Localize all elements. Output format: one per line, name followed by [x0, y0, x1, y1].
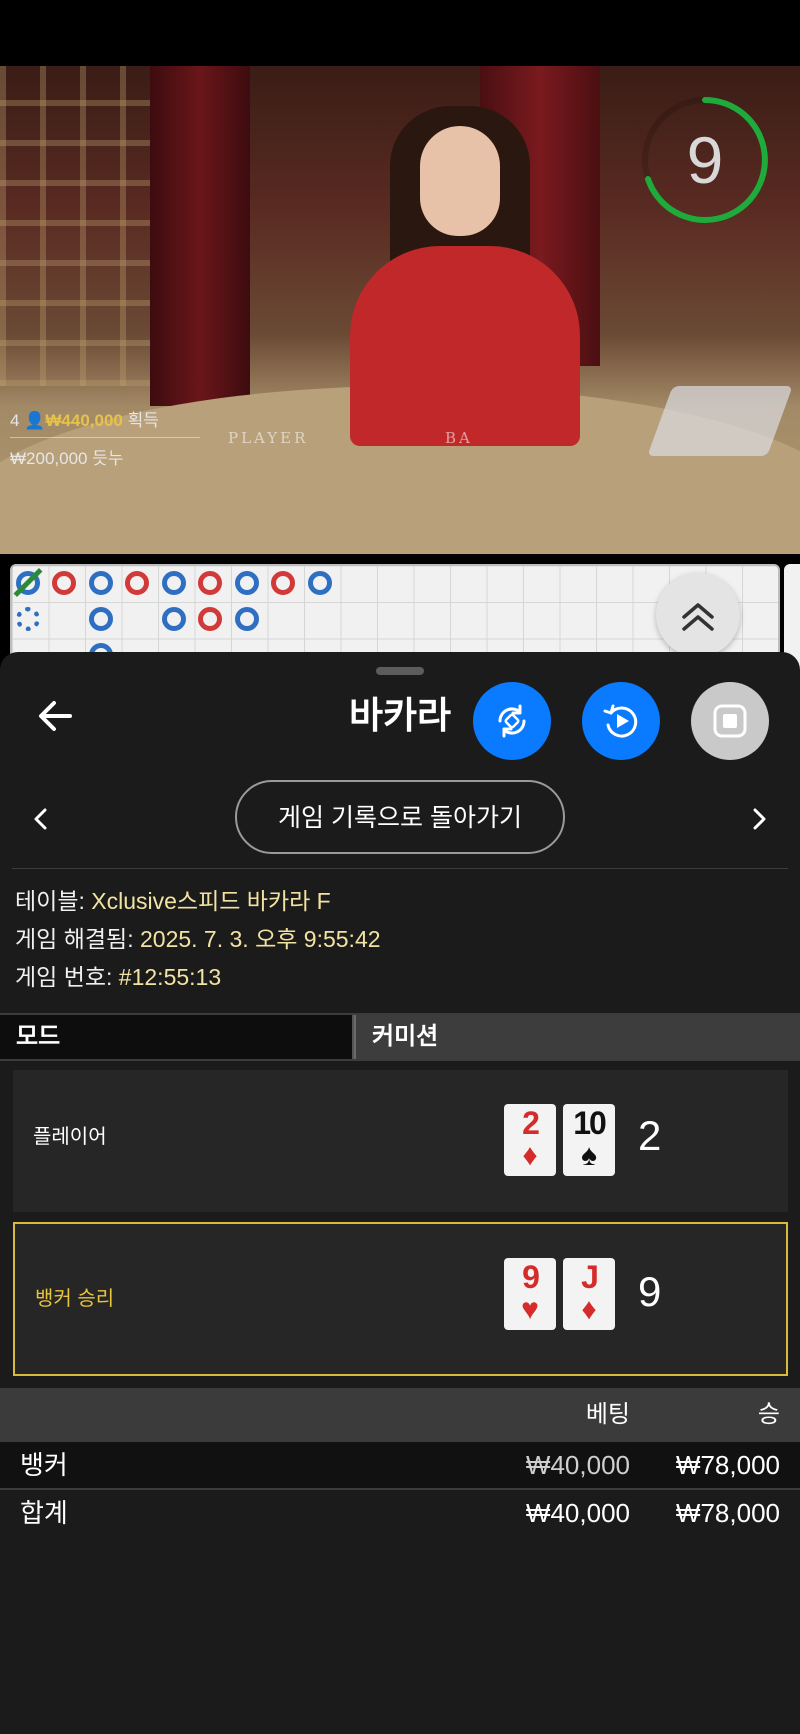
chevron-right-icon [753, 808, 766, 830]
table-row-total: 합계 ₩40,000 ₩78,000 [0, 1490, 800, 1536]
playing-card: J ♦ [563, 1258, 615, 1330]
page-title: 바카라 [348, 695, 452, 736]
playing-card: 9 ♥ [504, 1258, 556, 1330]
replay-icon [603, 704, 638, 738]
card-rank: 9 [522, 1259, 540, 1295]
diamond-suit-icon: ♦ [581, 1293, 597, 1326]
player-score: 2 [638, 1112, 662, 1159]
bead-player [308, 571, 332, 595]
prev-game-button[interactable] [26, 804, 56, 834]
banker-score: 9 [638, 1268, 662, 1315]
bead-banker [271, 571, 295, 595]
bead-banker [198, 571, 222, 595]
bead-player [235, 571, 259, 595]
game-number-label: 게임 번호: [15, 964, 113, 990]
tab-mode[interactable]: 모드 [0, 1015, 352, 1059]
next-game-button[interactable] [744, 804, 774, 834]
card-rank: 10 [573, 1105, 607, 1141]
total-bet: ₩40,000 [525, 1498, 630, 1528]
expand-button[interactable] [656, 573, 740, 657]
bets-table-header: 베팅 승 [0, 1388, 800, 1442]
drag-handle[interactable] [376, 667, 424, 675]
countdown-timer: 9 [640, 95, 770, 225]
curtain-left [150, 66, 250, 406]
winners-suffix: 획득 [127, 411, 159, 430]
arrow-left-icon [39, 701, 72, 731]
winners-amount: ₩440,000 [45, 411, 123, 430]
heart-suit-icon: ♥ [521, 1293, 539, 1326]
timer-value: 9 [686, 123, 724, 197]
playing-card: 10 ♠ [563, 1104, 615, 1176]
total-label: 합계 [20, 1498, 68, 1528]
felt-player-label: PLAYER [228, 429, 309, 447]
stop-icon [713, 704, 747, 738]
divider [12, 868, 788, 869]
bead-player [162, 607, 186, 631]
mode-tabs: 모드 커미션 [0, 1013, 800, 1061]
table-value: Xclusive스피드 바카라 F [84, 888, 331, 914]
bead-player [89, 571, 113, 595]
spade-suit-icon: ♠ [581, 1139, 597, 1172]
card-shoe [647, 386, 793, 456]
playing-card: 2 ♦ [504, 1104, 556, 1176]
decor-lattice [0, 66, 150, 386]
winners-overlay: 4 👤₩440,000 획득 ₩200,000 듯누 [10, 406, 200, 469]
bead-player [162, 571, 186, 595]
sync-button[interactable] [473, 682, 551, 760]
bead-banker [125, 571, 149, 595]
dealer [340, 86, 600, 446]
table-row: 뱅커 ₩40,000 ₩78,000 [0, 1442, 800, 1490]
bead-player [235, 607, 259, 631]
card-rank: 2 [522, 1105, 540, 1141]
bead-player [16, 607, 40, 631]
resolved-label: 게임 해결됨: [15, 926, 134, 952]
bet-column-header: 베팅 [585, 1401, 630, 1428]
game-number-value: #12:55:13 [112, 964, 222, 990]
table-info: 테이블: Xclusive스피드 바카라 F [15, 882, 331, 916]
winners-count: 4 [10, 411, 20, 430]
felt-banker-label: BA [445, 429, 473, 447]
bet-amount: ₩40,000 [525, 1450, 630, 1480]
bead-banker [198, 607, 222, 631]
table-label: 테이블: [15, 888, 85, 914]
player-label: 플레이어 [33, 1126, 107, 1148]
back-button[interactable] [32, 692, 80, 740]
banker-hand: 뱅커 승리 9 ♥ J ♦ 9 [13, 1222, 788, 1376]
tab-commission[interactable]: 커미션 [354, 1015, 800, 1059]
game-number-info: 게임 번호: #12:55:13 [15, 958, 221, 992]
double-chevron-up-icon [682, 603, 714, 631]
resolved-info: 게임 해결됨: 2025. 7. 3. 오후 9:55:42 [15, 920, 381, 954]
win-column-header: 승 [757, 1401, 780, 1428]
replay-button[interactable] [582, 682, 660, 760]
win-amount: ₩78,000 [675, 1450, 780, 1480]
status-bar [0, 0, 800, 66]
rotate-sync-icon [498, 704, 526, 738]
person-icon: 👤 [24, 411, 46, 430]
total-win: ₩78,000 [675, 1498, 780, 1528]
chevron-left-icon [34, 808, 47, 830]
stop-button[interactable] [691, 682, 769, 760]
card-rank: J [581, 1259, 599, 1295]
diamond-suit-icon: ♦ [522, 1139, 538, 1172]
bead-banker [52, 571, 76, 595]
banker-win-label: 뱅커 승리 [35, 1288, 115, 1310]
winnings-line: ₩200,000 듯누 [10, 449, 124, 468]
game-history-panel: 바카라 게임 기록으로 돌아가기 테이블: Xclusive스피드 바카라 F … [0, 652, 800, 1734]
bead-player [89, 607, 113, 631]
player-hand: 플레이어 2 ♦ 10 ♠ 2 [13, 1070, 788, 1212]
resolved-value: 2025. 7. 3. 오후 9:55:42 [133, 926, 381, 952]
back-to-history-button[interactable]: 게임 기록으로 돌아가기 [235, 780, 565, 854]
bet-name: 뱅커 [20, 1450, 68, 1480]
